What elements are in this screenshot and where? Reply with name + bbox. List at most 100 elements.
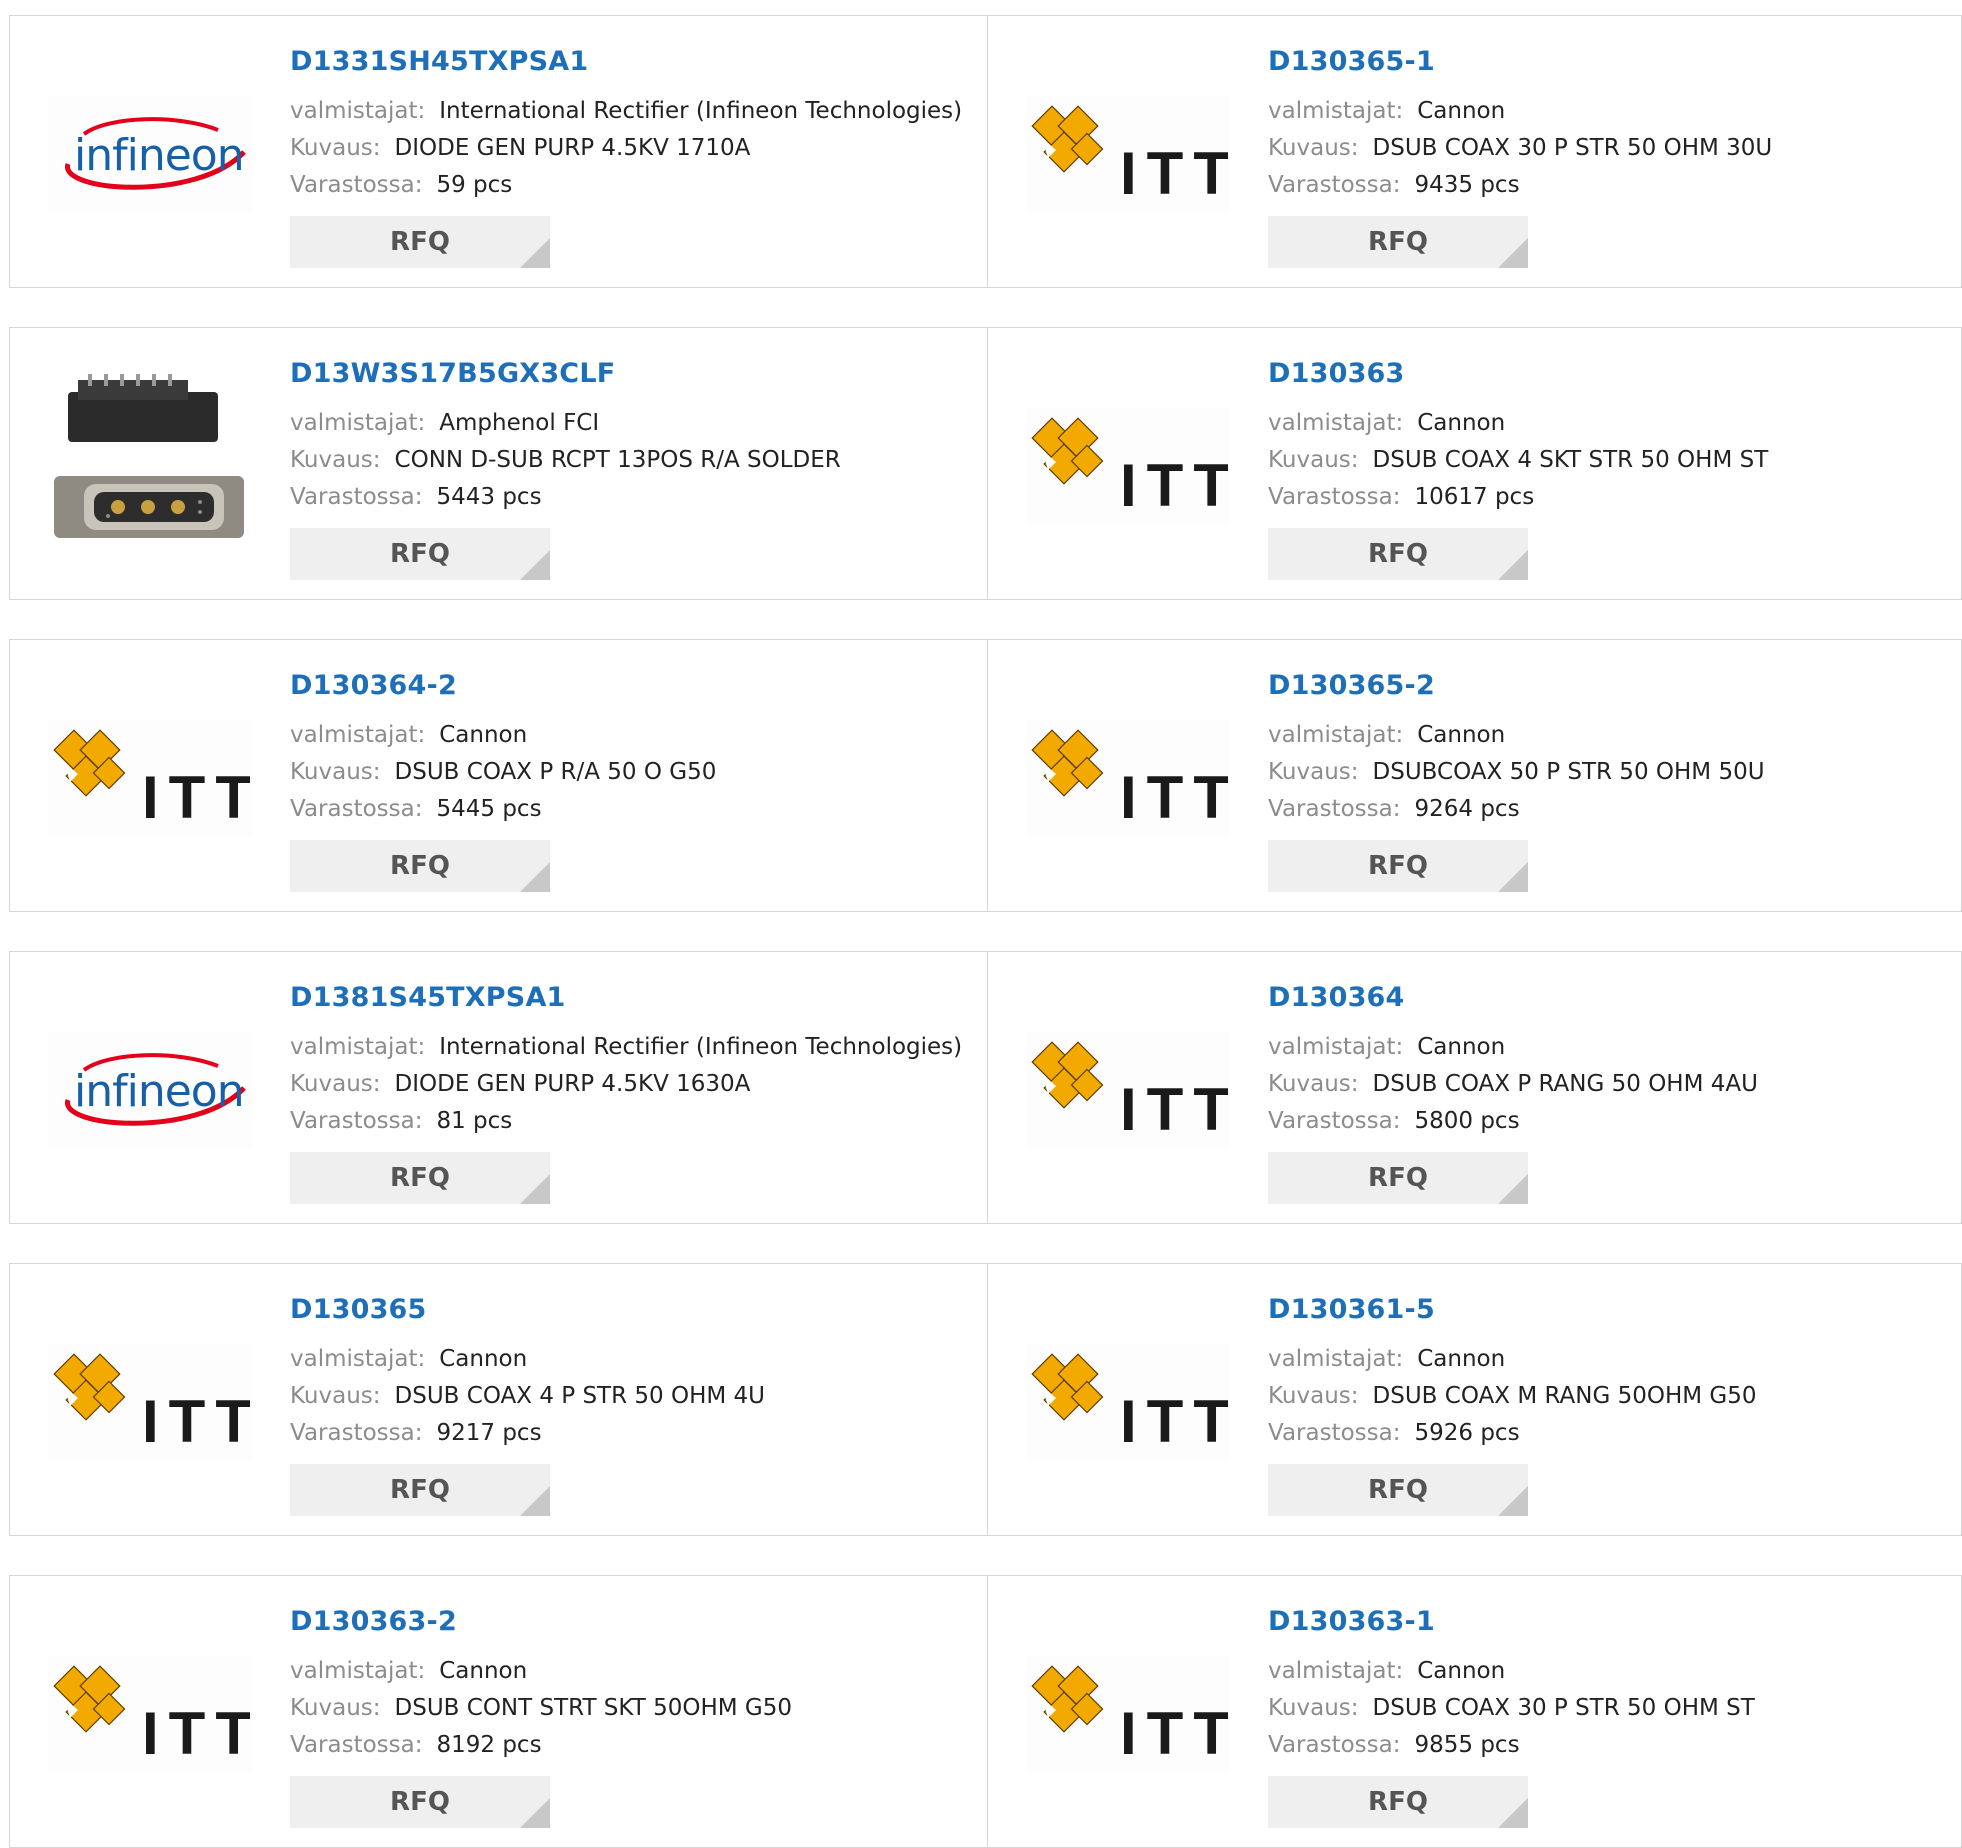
rfq-button[interactable]: RFQ xyxy=(1268,1152,1528,1204)
manufacturer-logo[interactable]: infineon xyxy=(48,1032,252,1148)
manufacturer-value: Cannon xyxy=(439,1658,528,1684)
part-number-link[interactable]: D1331SH45TXPSA1 xyxy=(290,46,588,77)
part-number-link[interactable]: D130363 xyxy=(1268,358,1405,389)
rfq-button[interactable]: RFQ xyxy=(290,1464,550,1516)
description-line: Kuvaus: DSUB COAX P R/A 50 O G50 xyxy=(290,759,716,785)
rfq-button[interactable]: RFQ xyxy=(1268,1464,1528,1516)
manufacturer-logo[interactable]: ITT xyxy=(1026,1032,1230,1148)
part-number-link[interactable]: D1381S45TXPSA1 xyxy=(290,982,566,1013)
part-number-link[interactable]: D130364 xyxy=(1268,982,1405,1013)
part-number-link[interactable]: D130365-2 xyxy=(1268,670,1435,701)
manufacturer-value: International Rectifier (Infineon Techno… xyxy=(439,1034,963,1060)
stock-line: Varastossa: 5800 pcs xyxy=(1268,1108,1520,1134)
description-value: DSUB COAX 30 P STR 50 OHM 30U xyxy=(1372,135,1773,161)
rfq-button[interactable]: RFQ xyxy=(290,216,550,268)
part-number-link[interactable]: D130363-2 xyxy=(290,1606,457,1637)
rfq-corner-decoration xyxy=(1498,1486,1528,1516)
part-number-link[interactable]: D130364-2 xyxy=(290,670,457,701)
manufacturer-value: Cannon xyxy=(439,1346,528,1372)
manufacturer-label: valmistajat: xyxy=(1268,1346,1404,1372)
itt-logo-icon: ITT xyxy=(1031,105,1228,206)
rfq-label: RFQ xyxy=(1368,227,1428,257)
product-row: ITT D130364-2 valmistajat: Cannon Kuvaus:… xyxy=(9,639,1962,912)
manufacturer-line: valmistajat: International Rectifier (Inf… xyxy=(290,1034,962,1060)
stock-line: Varastossa: 10617 pcs xyxy=(1268,484,1534,510)
manufacturer-logo[interactable]: ITT xyxy=(1026,408,1230,524)
stock-label: Varastossa: xyxy=(1268,172,1401,198)
description-label: Kuvaus: xyxy=(1268,447,1359,473)
rfq-button[interactable]: RFQ xyxy=(1268,840,1528,892)
rfq-button[interactable]: RFQ xyxy=(1268,1776,1528,1828)
stock-line: Varastossa: 5445 pcs xyxy=(290,796,542,822)
description-line: Kuvaus: DSUB COAX 30 P STR 50 OHM ST xyxy=(1268,1695,1755,1721)
manufacturer-value: Cannon xyxy=(1417,1658,1506,1684)
manufacturer-logo[interactable]: ITT xyxy=(1026,720,1230,836)
rfq-label: RFQ xyxy=(390,227,450,257)
stock-label: Varastossa: xyxy=(290,1732,423,1758)
rfq-corner-decoration xyxy=(1498,1798,1528,1828)
manufacturer-logo[interactable]: ITT xyxy=(1026,1344,1230,1460)
product-card: ITT D130363 valmistajat: Cannon Kuvaus: DS… xyxy=(988,328,1962,599)
itt-logo-icon: ITT xyxy=(1031,1041,1228,1142)
manufacturer-value: Cannon xyxy=(1417,98,1506,124)
part-number-link[interactable]: D13W3S17B5GX3CLF xyxy=(290,358,615,389)
part-number-link[interactable]: D130365 xyxy=(290,1294,427,1325)
description-line: Kuvaus: DSUB COAX 4 SKT STR 50 OHM ST xyxy=(1268,447,1768,473)
description-value: DSUB COAX 30 P STR 50 OHM ST xyxy=(1372,1695,1755,1721)
rfq-label: RFQ xyxy=(1368,1787,1428,1817)
stock-label: Varastossa: xyxy=(290,796,423,822)
stock-line: Varastossa: 81 pcs xyxy=(290,1108,512,1134)
manufacturer-logo[interactable]: ITT xyxy=(1026,1656,1230,1772)
rfq-button[interactable]: RFQ xyxy=(1268,528,1528,580)
svg-text:ITT: ITT xyxy=(1120,452,1228,518)
manufacturer-label: valmistajat: xyxy=(1268,1658,1404,1684)
manufacturer-logo[interactable]: infineon xyxy=(48,96,252,212)
manufacturer-line: valmistajat: Cannon xyxy=(1268,1346,1505,1372)
rfq-label: RFQ xyxy=(390,1787,450,1817)
rfq-button[interactable]: RFQ xyxy=(1268,216,1528,268)
manufacturer-logo[interactable]: ITT xyxy=(48,1344,252,1460)
description-line: Kuvaus: DIODE GEN PURP 4.5KV 1630A xyxy=(290,1071,750,1097)
infineon-logo-icon: infineon xyxy=(65,117,246,190)
description-label: Kuvaus: xyxy=(290,1383,381,1409)
description-line: Kuvaus: DSUB COAX 30 P STR 50 OHM 30U xyxy=(1268,135,1772,161)
description-value: DIODE GEN PURP 4.5KV 1630A xyxy=(394,1071,751,1097)
part-number-link[interactable]: D130361-5 xyxy=(1268,1294,1435,1325)
description-label: Kuvaus: xyxy=(290,1695,381,1721)
manufacturer-value: Cannon xyxy=(1417,722,1506,748)
description-value: DIODE GEN PURP 4.5KV 1710A xyxy=(394,135,751,161)
stock-value: 81 pcs xyxy=(436,1108,513,1134)
itt-logo-icon: ITT xyxy=(1031,1665,1228,1766)
manufacturer-line: valmistajat: Cannon xyxy=(290,1346,527,1372)
stock-line: Varastossa: 8192 pcs xyxy=(290,1732,542,1758)
stock-value: 5926 pcs xyxy=(1414,1420,1520,1446)
product-card: ITT D130361-5 valmistajat: Cannon Kuvaus:… xyxy=(988,1264,1962,1535)
manufacturer-logo[interactable]: ITT xyxy=(1026,96,1230,212)
rfq-button[interactable]: RFQ xyxy=(290,1152,550,1204)
stock-label: Varastossa: xyxy=(290,484,423,510)
manufacturer-value: Cannon xyxy=(1417,410,1506,436)
manufacturer-logo[interactable]: ITT xyxy=(48,720,252,836)
part-number-link[interactable]: D130363-1 xyxy=(1268,1606,1435,1637)
itt-logo-icon: ITT xyxy=(1031,1353,1228,1454)
manufacturer-logo[interactable] xyxy=(48,366,252,566)
stock-label: Varastossa: xyxy=(290,1108,423,1134)
description-label: Kuvaus: xyxy=(1268,1071,1359,1097)
part-number-link[interactable]: D130365-1 xyxy=(1268,46,1435,77)
stock-line: Varastossa: 9435 pcs xyxy=(1268,172,1520,198)
product-card: ITT D130365 valmistajat: Cannon Kuvaus: DS… xyxy=(10,1264,987,1535)
manufacturer-logo[interactable]: ITT xyxy=(48,1656,252,1772)
svg-text:ITT: ITT xyxy=(1120,140,1228,206)
rfq-corner-decoration xyxy=(520,238,550,268)
manufacturer-value: Cannon xyxy=(1417,1034,1506,1060)
rfq-button[interactable]: RFQ xyxy=(290,528,550,580)
stock-line: Varastossa: 59 pcs xyxy=(290,172,512,198)
manufacturer-line: valmistajat: Cannon xyxy=(1268,410,1505,436)
product-card: ITT D130364-2 valmistajat: Cannon Kuvaus:… xyxy=(10,640,987,911)
rfq-button[interactable]: RFQ xyxy=(290,1776,550,1828)
description-value: DSUB COAX 4 SKT STR 50 OHM ST xyxy=(1372,447,1769,473)
rfq-button[interactable]: RFQ xyxy=(290,840,550,892)
stock-value: 9217 pcs xyxy=(436,1420,542,1446)
stock-value: 10617 pcs xyxy=(1414,484,1535,510)
description-value: DSUB COAX M RANG 50OHM G50 xyxy=(1372,1383,1757,1409)
